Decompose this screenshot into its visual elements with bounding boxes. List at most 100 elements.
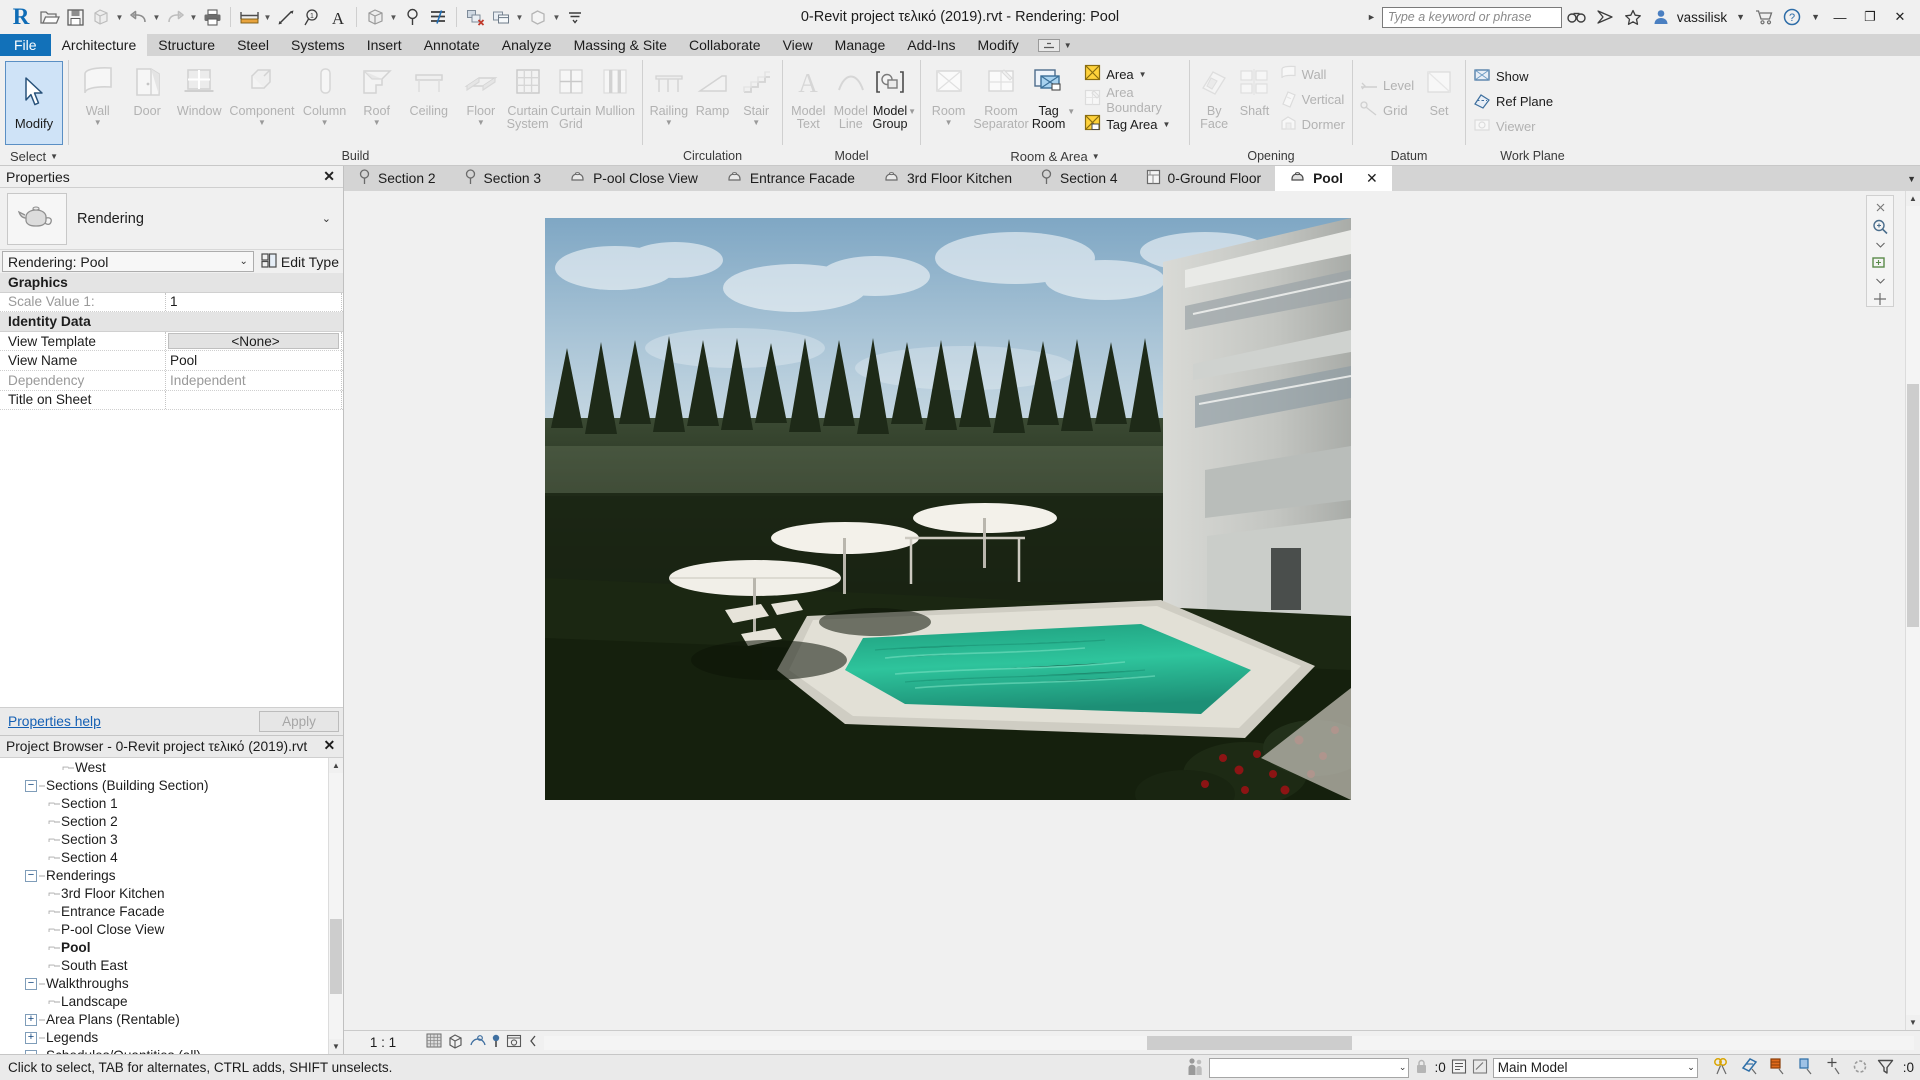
zoom-dropdown-caret-icon[interactable]	[1870, 238, 1890, 253]
ref-plane-button[interactable]: Ref Plane	[1470, 89, 1556, 114]
scroll-down-icon[interactable]: ▼	[329, 1039, 343, 1054]
tree-node-entrance-facade[interactable]: ⌐⎯ Entrance Facade	[0, 903, 328, 921]
search-input[interactable]: Type a keyword or phrase	[1381, 6, 1562, 28]
properties-row-value[interactable]: 1	[166, 293, 341, 312]
tag-area-dropdown-caret-icon[interactable]: ▼	[1163, 120, 1171, 129]
view-cube-caret-icon[interactable]: ▼	[551, 3, 562, 31]
view-dropdown-caret-icon[interactable]: ▼	[388, 3, 399, 31]
view-scale-label[interactable]: 1 : 1	[344, 1035, 422, 1050]
thin-lines-icon[interactable]	[425, 3, 451, 31]
floor-dropdown-caret-icon[interactable]: ▼	[477, 119, 485, 127]
view-tab-3rd-floor-kitchen[interactable]: 3rd Floor Kitchen	[869, 166, 1026, 191]
room-button[interactable]: Room ▼	[925, 59, 972, 127]
roof-button[interactable]: Roof ▼	[352, 59, 401, 127]
tree-expander-collapse-icon[interactable]: −	[25, 779, 37, 792]
visual-style-icon[interactable]	[447, 1033, 464, 1052]
project-browser-tree[interactable]: ⌐⎯ West − ⎯ Sections (Building Section) …	[0, 758, 328, 1054]
canvas-vertical-scrollbar[interactable]: ▲ ▼	[1905, 191, 1920, 1030]
autodesk-a360-icon[interactable]	[1592, 4, 1618, 30]
tag-room-button[interactable]: Tag Room ▼	[1030, 59, 1075, 131]
steering-wheel-close-icon[interactable]	[1870, 200, 1890, 215]
tree-node-section-2[interactable]: ⌐⎯ Section 2	[0, 813, 328, 831]
view-tab-entrance-facade[interactable]: Entrance Facade	[712, 166, 869, 191]
stair-dropdown-caret-icon[interactable]: ▼	[752, 119, 760, 127]
properties-collapse-caret-icon[interactable]: ⌄	[322, 212, 335, 225]
exclude-options-icon[interactable]	[1472, 1058, 1488, 1078]
area-button[interactable]: Area ▼	[1081, 62, 1185, 87]
help-dropdown-caret-icon[interactable]: ▼	[1807, 12, 1824, 22]
filter-icon[interactable]	[1877, 1058, 1894, 1078]
tree-node-south-east[interactable]: ⌐⎯ South East	[0, 957, 328, 975]
view-tab-section-3[interactable]: Section 3	[450, 166, 556, 191]
room-dropdown-caret-icon[interactable]: ▼	[945, 119, 953, 127]
type-selector-combobox[interactable]: Rendering: Pool ⌄	[2, 251, 254, 272]
tree-node-section-4[interactable]: ⌐⎯ Section 4	[0, 849, 328, 867]
stair-button[interactable]: Stair ▼	[734, 59, 778, 127]
switch-windows-caret-icon[interactable]: ▼	[514, 3, 525, 31]
view-control-bar[interactable]	[1866, 195, 1894, 307]
tree-expander-collapse-icon[interactable]: −	[25, 869, 37, 882]
revit-logo-icon[interactable]: R	[6, 3, 36, 31]
ribbon-tab-add-ins[interactable]: Add-Ins	[896, 34, 966, 56]
properties-row-value[interactable]: Pool	[166, 351, 341, 370]
redo-icon[interactable]	[162, 3, 188, 31]
zoom-to-fit-caret-icon[interactable]	[1870, 274, 1890, 289]
workplane-viewer-button[interactable]: Viewer	[1470, 114, 1556, 139]
component-button[interactable]: Component ▼	[227, 59, 298, 127]
select-underlay-icon[interactable]	[1768, 1057, 1787, 1078]
redo-dropdown-caret-icon[interactable]: ▼	[188, 3, 199, 31]
canvas-scroll-thumb[interactable]	[1907, 383, 1919, 627]
select-elements-toggle-icon[interactable]	[1852, 1058, 1868, 1078]
zoom-to-fit-icon[interactable]	[1870, 255, 1890, 271]
search-web-icon[interactable]	[1564, 4, 1590, 30]
grid-button[interactable]: Grid	[1357, 98, 1417, 123]
mullion-button[interactable]: Mullion	[592, 59, 638, 118]
roof-dropdown-caret-icon[interactable]: ▼	[373, 119, 381, 127]
column-button[interactable]: Column ▼	[297, 59, 352, 127]
minimize-button[interactable]: —	[1826, 4, 1854, 30]
tree-node-sections-building-section[interactable]: − ⎯ Sections (Building Section)	[0, 777, 328, 795]
undo-dropdown-caret-icon[interactable]: ▼	[151, 3, 162, 31]
model-group-dropdown-caret-icon[interactable]: ▼	[908, 108, 916, 116]
design-option-caret-icon[interactable]: ⌄	[1687, 1062, 1695, 1073]
view-tab-section-4[interactable]: Section 4	[1026, 166, 1132, 191]
ribbon-tab-structure[interactable]: Structure	[147, 34, 226, 56]
text-icon[interactable]: A	[325, 3, 351, 31]
view-tab-section-2[interactable]: Section 2	[344, 166, 450, 191]
select-pinned-icon[interactable]	[1796, 1057, 1815, 1078]
ribbon-tab-architecture[interactable]: Architecture	[50, 34, 148, 56]
undo-icon[interactable]	[125, 3, 151, 31]
properties-close-button[interactable]: ✕	[319, 168, 339, 185]
ramp-button[interactable]: Ramp	[691, 59, 735, 118]
detail-level-icon[interactable]	[426, 1033, 442, 1052]
sun-path-icon[interactable]	[469, 1033, 486, 1052]
ribbon-tab-modify[interactable]: Modify	[967, 34, 1030, 56]
worksets-icon[interactable]	[1187, 1057, 1204, 1079]
measure-icon[interactable]	[236, 3, 262, 31]
modify-button[interactable]: Modify	[5, 61, 63, 145]
edit-type-button[interactable]: Edit Type	[258, 252, 339, 271]
ribbon-tab-collaborate[interactable]: Collaborate	[678, 34, 772, 56]
room-area-panel-caret-icon[interactable]: ▼	[1092, 147, 1100, 166]
customize-qat-icon[interactable]	[562, 3, 588, 31]
properties-row-title-on-sheet[interactable]: Title on Sheet	[0, 390, 343, 411]
design-options-icon[interactable]	[1451, 1058, 1467, 1078]
ribbon-tab-file[interactable]: File	[0, 34, 51, 56]
exclude-options-filter-icon[interactable]	[1712, 1057, 1731, 1078]
workset-combobox[interactable]: ⌄	[1209, 1057, 1410, 1078]
dormer-opening-button[interactable]: Dormer	[1277, 112, 1348, 137]
properties-row-value[interactable]	[166, 391, 341, 410]
restore-button[interactable]: ❐	[1856, 4, 1884, 30]
rendering-image-pool[interactable]	[545, 218, 1351, 800]
tag-area-button[interactable]: Tag Area ▼	[1081, 112, 1185, 137]
railing-button[interactable]: Railing ▼	[647, 59, 691, 127]
close-button[interactable]: ✕	[1886, 4, 1914, 30]
expand-view-controls-icon[interactable]	[528, 1034, 538, 1052]
zoom-region-icon[interactable]	[1870, 218, 1890, 235]
close-hidden-windows-icon[interactable]	[462, 3, 488, 31]
aligned-dimension-icon[interactable]	[273, 3, 299, 31]
area-dropdown-caret-icon[interactable]: ▼	[1139, 70, 1147, 79]
shopping-cart-icon[interactable]	[1751, 4, 1777, 30]
model-text-button[interactable]: A Model Text	[787, 59, 830, 131]
help-icon[interactable]: ?	[1779, 4, 1805, 30]
